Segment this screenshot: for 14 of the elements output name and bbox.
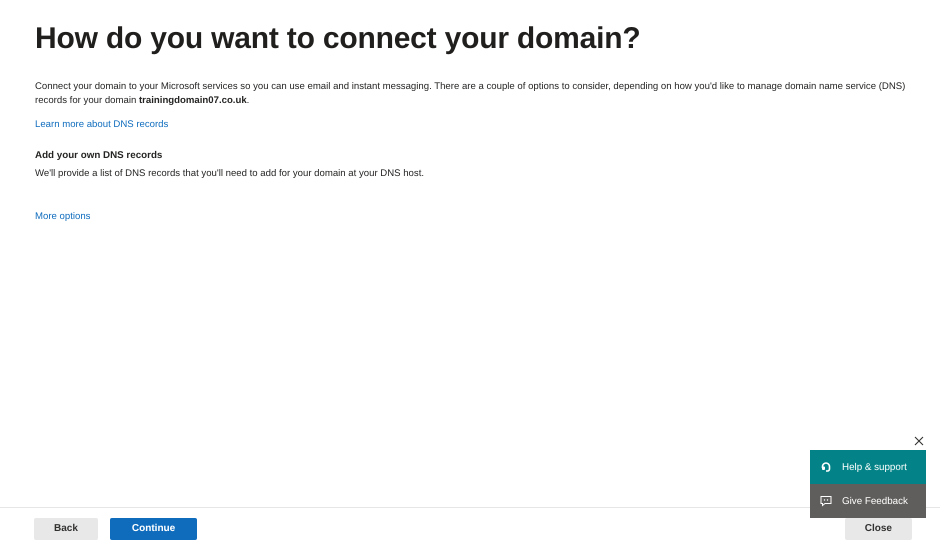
back-button[interactable]: Back [34, 518, 98, 540]
intro-paragraph: Connect your domain to your Microsoft services so you can use email and instant messaging. There are a couple of options to consider, depending on how you'd like to manage domain name service (DNS) records for your domain trainingdomain07.co.uk. [35, 80, 906, 108]
close-icon[interactable] [914, 436, 924, 446]
chat-icon [820, 495, 832, 507]
option-heading: Add your own DNS records [35, 150, 164, 161]
more-options-link[interactable]: More options [35, 211, 90, 222]
headset-icon [820, 461, 832, 473]
continue-button[interactable]: Continue [110, 518, 198, 540]
give-feedback-item[interactable]: Give Feedback [810, 484, 926, 518]
option-description: We'll provide a list of DNS records that you'll need to add for your domain at your DNS host. [35, 167, 426, 181]
help-support-item[interactable]: Help & support [810, 450, 926, 484]
page-title: How do you want to connect your domain? [35, 22, 642, 56]
close-button[interactable]: Close [844, 518, 912, 540]
learn-more-link[interactable]: Learn more about DNS records [35, 119, 168, 130]
